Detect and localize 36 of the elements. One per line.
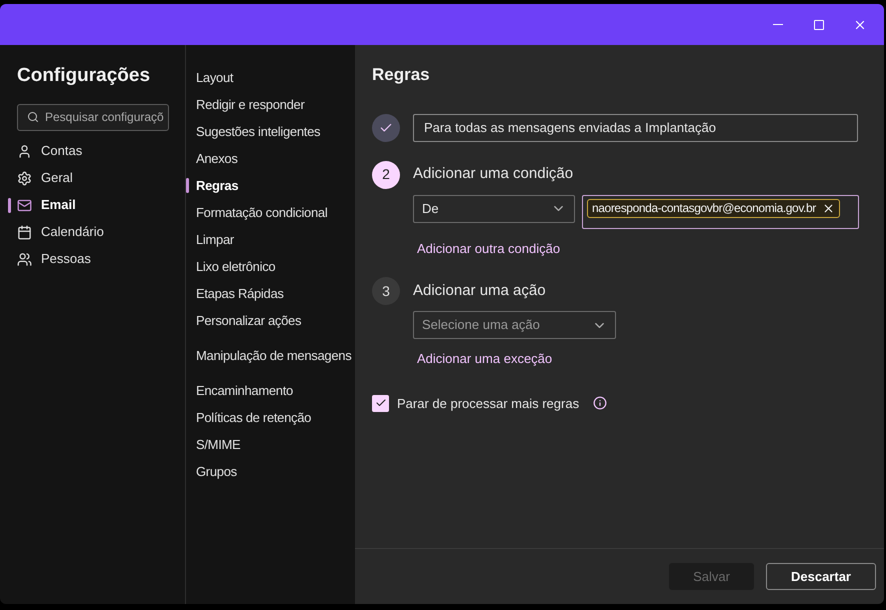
- address-text: naoresponda-contasgovbr@economia.gov.br: [592, 200, 816, 217]
- condition-dropdown[interactable]: De: [413, 194, 575, 222]
- sidebar-item[interactable]: Email: [41, 195, 76, 215]
- menu-item[interactable]: Personalizar ações: [196, 310, 302, 330]
- menu-item[interactable]: Formatação condicional: [196, 202, 328, 222]
- discard-button[interactable]: Descartar: [766, 563, 876, 590]
- menu-item[interactable]: Etapas Rápidas: [196, 284, 284, 304]
- step-number: 3: [372, 277, 400, 305]
- menu-item[interactable]: Layout: [196, 68, 234, 88]
- sidebar-item[interactable]: Pessoas: [41, 249, 91, 269]
- menu-item[interactable]: Sugestões inteligentes: [196, 122, 320, 142]
- step-heading: Adicionar uma ação: [413, 280, 546, 301]
- menu-item[interactable]: Regras: [196, 176, 238, 196]
- rule-name-field[interactable]: Para todas as mensagens enviadas a Implantação: [413, 114, 858, 142]
- add-exception-link[interactable]: Adicionar uma exceção: [417, 349, 884, 368]
- menu-item[interactable]: Encaminhamento: [196, 380, 293, 400]
- sidebar-item[interactable]: Contas: [41, 141, 82, 161]
- search-field[interactable]: Pesquisar configuraçõ: [17, 104, 169, 130]
- checkbox-label: Parar de processar mais regras: [397, 394, 580, 413]
- menu-item[interactable]: Lixo eletrônico: [196, 256, 276, 276]
- menu-item[interactable]: Anexos: [196, 148, 238, 168]
- menu-item[interactable]: Limpar: [196, 230, 234, 250]
- menu-item[interactable]: Políticas de retenção: [196, 408, 312, 428]
- action-dropdown[interactable]: Selecione uma ação: [413, 311, 616, 339]
- menu-item[interactable]: Redigir e responder: [196, 94, 304, 114]
- menu-item[interactable]: Grupos: [196, 462, 237, 482]
- address-field[interactable]: naoresponda-contasgovbr@economia.gov.br: [582, 194, 859, 228]
- menu-item[interactable]: S/MIME: [196, 434, 240, 454]
- sidebar-item[interactable]: Calendário: [41, 222, 104, 242]
- sidebar-item[interactable]: Geral: [41, 168, 73, 188]
- settings-title: Configurações: [17, 64, 152, 88]
- step-number: 2: [372, 160, 400, 188]
- panel-title: Regras: [372, 64, 431, 86]
- menu-item[interactable]: Manipulação de mensagens: [196, 346, 352, 366]
- step-heading: Adicionar uma condição: [413, 164, 574, 184]
- add-condition-link[interactable]: Adicionar outra condição: [417, 238, 884, 258]
